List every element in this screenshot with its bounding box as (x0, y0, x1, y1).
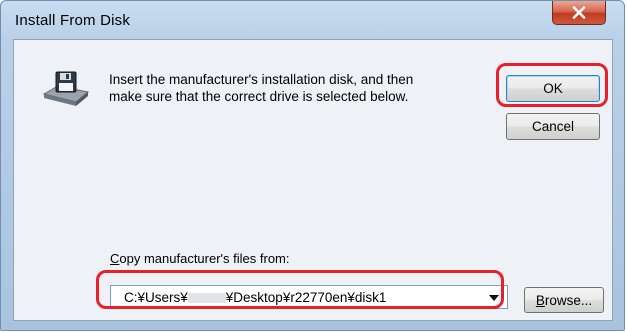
close-icon (572, 6, 586, 19)
floppy-disk-drive-icon (42, 71, 90, 106)
chevron-down-icon[interactable] (489, 295, 499, 301)
window-title: Install From Disk (15, 12, 131, 29)
browse-accel: B (535, 292, 545, 308)
ok-button[interactable]: OK (506, 75, 600, 102)
copy-from-label-accel: C (110, 251, 120, 266)
instruction-line-1: Insert the manufacturer's installation d… (109, 72, 414, 87)
path-combobox[interactable]: C:¥Users¥ ¥Desktop¥r22770en¥disk1 (110, 285, 508, 309)
instruction-text: Insert the manufacturer's installation d… (109, 71, 469, 105)
path-value: C:¥Users¥ ¥Desktop¥r22770en¥disk1 (124, 290, 386, 305)
title-bar: Install From Disk (1, 1, 624, 39)
browse-rest: rowse... (544, 292, 593, 308)
dialog-body: Insert the manufacturer's installation d… (13, 39, 613, 321)
path-value-end: ¥Desktop¥r22770en¥disk1 (225, 290, 387, 305)
copy-from-label: Copy manufacturer's files from: (110, 251, 290, 266)
install-from-disk-dialog: Install From Disk Insert the manufacture… (0, 0, 625, 331)
close-button[interactable] (552, 1, 606, 25)
browse-button[interactable]: Browse... (524, 287, 604, 313)
instruction-line-2: make sure that the correct drive is sele… (109, 89, 409, 104)
redacted-username (187, 293, 226, 304)
copy-from-label-rest: opy manufacturer's files from: (119, 251, 290, 266)
path-value-start: C:¥Users¥ (124, 290, 188, 305)
cancel-button[interactable]: Cancel (506, 113, 600, 140)
